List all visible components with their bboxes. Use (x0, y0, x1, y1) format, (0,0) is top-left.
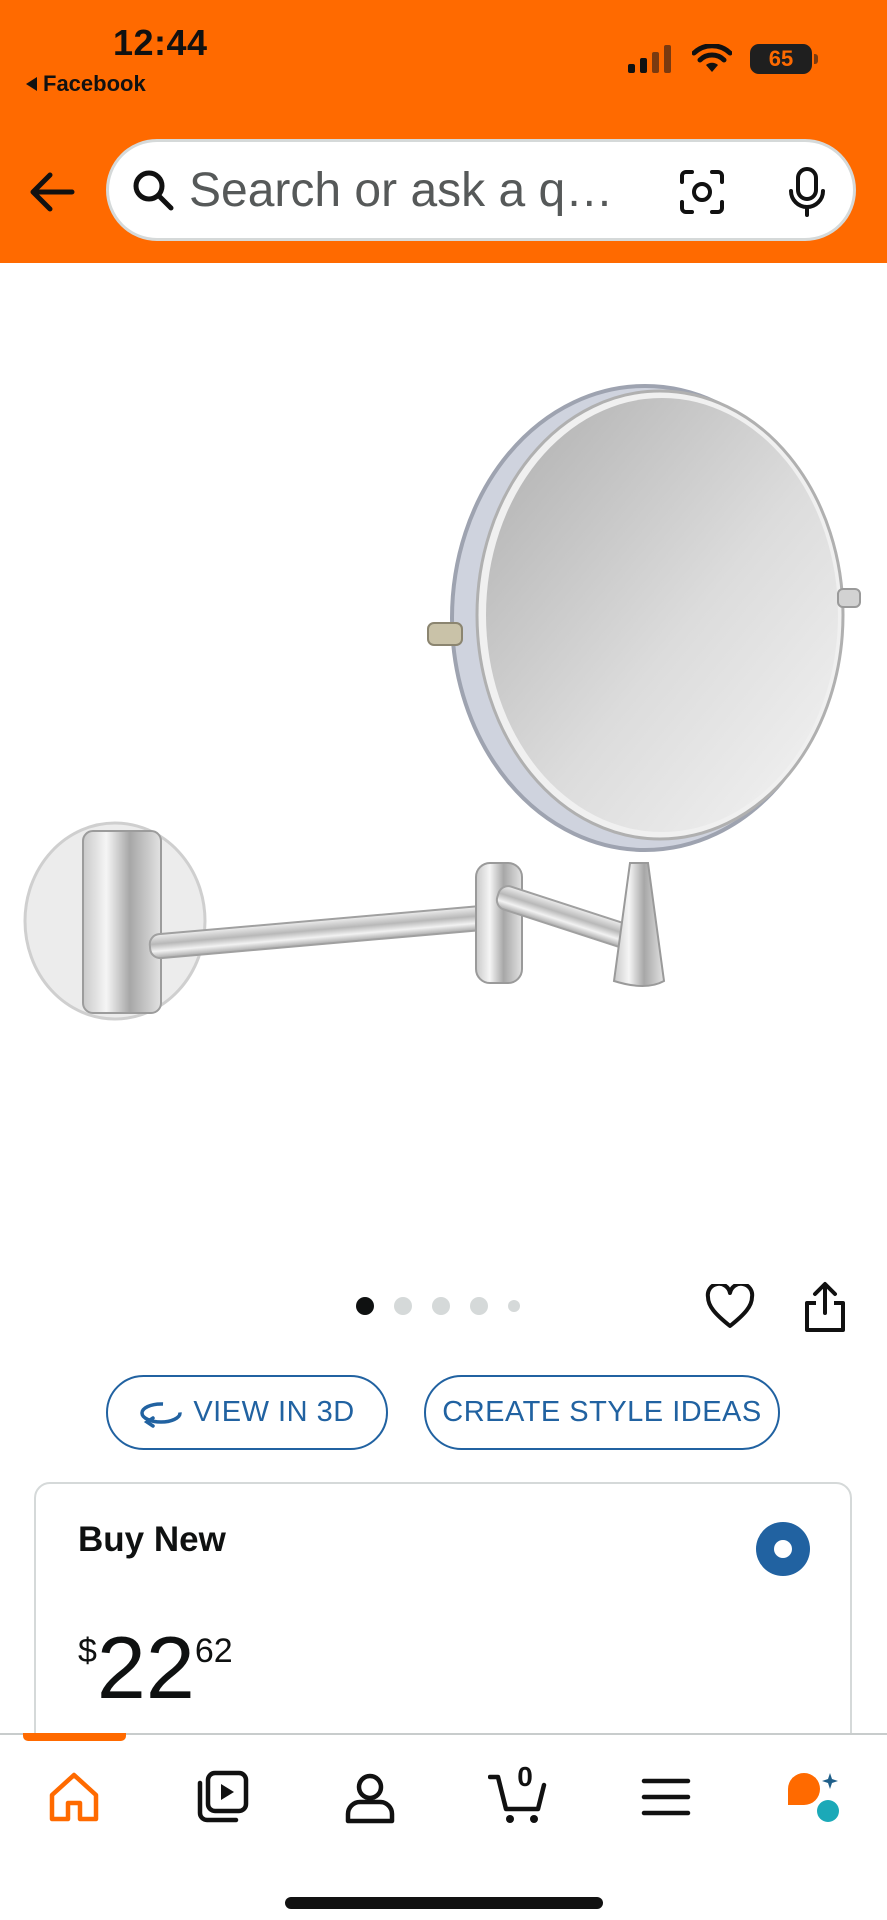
view-in-3d-button[interactable]: VIEW IN 3D (106, 1375, 388, 1450)
cellular-signal-icon (628, 45, 671, 73)
pagination-dot[interactable] (394, 1297, 412, 1315)
status-time: 12:44 (113, 22, 208, 63)
view-in-3d-label: VIEW IN 3D (193, 1396, 355, 1428)
back-to-app-link[interactable]: Facebook (26, 71, 146, 97)
wifi-icon (692, 44, 732, 72)
account-icon[interactable] (340, 1767, 400, 1827)
bottom-nav: 0 (0, 1733, 887, 1920)
create-style-ideas-label: CREATE STYLE IDEAS (442, 1396, 762, 1428)
pagination-dot[interactable] (508, 1300, 520, 1312)
image-pagination[interactable] (356, 1297, 520, 1315)
pagination-dot[interactable] (470, 1297, 488, 1315)
create-style-ideas-button[interactable]: CREATE STYLE IDEAS (424, 1375, 780, 1450)
price-currency: $ (78, 1632, 97, 1670)
buy-new-title: Buy New (78, 1520, 226, 1559)
search-bar[interactable]: Search or ask a q… (106, 139, 856, 241)
status-icons: 65 (628, 44, 818, 74)
battery-level: 65 (768, 46, 794, 71)
price-fraction: 62 (194, 1632, 233, 1670)
share-icon[interactable] (802, 1281, 848, 1333)
home-icon[interactable] (44, 1767, 104, 1827)
camera-search-icon[interactable] (678, 168, 726, 216)
back-app-label: Facebook (43, 71, 146, 96)
buy-new-radio[interactable] (756, 1522, 810, 1576)
microphone-icon[interactable] (785, 166, 829, 218)
video-icon[interactable] (192, 1767, 252, 1827)
pagination-dot-active[interactable] (356, 1297, 374, 1315)
price-whole: 22 (96, 1618, 195, 1717)
home-indicator[interactable] (285, 1897, 603, 1909)
rotate-3d-icon (140, 1401, 183, 1428)
nav-active-indicator (23, 1733, 126, 1741)
product-image[interactable] (0, 263, 887, 1253)
battery-icon: 65 (750, 44, 818, 74)
heart-icon[interactable] (705, 1284, 755, 1330)
rufus-icon[interactable] (784, 1767, 844, 1827)
search-icon (133, 170, 174, 211)
menu-icon[interactable] (636, 1767, 696, 1827)
cart-count: 0 (517, 1761, 533, 1792)
back-triangle-icon (26, 77, 37, 91)
search-input[interactable]: Search or ask a q… (189, 163, 629, 218)
back-arrow-icon[interactable] (26, 166, 78, 218)
header: 12:44 Facebook 65 Search or ask a q… (0, 0, 887, 263)
pagination-dot[interactable] (432, 1297, 450, 1315)
price: $ 22 62 (78, 1622, 233, 1714)
